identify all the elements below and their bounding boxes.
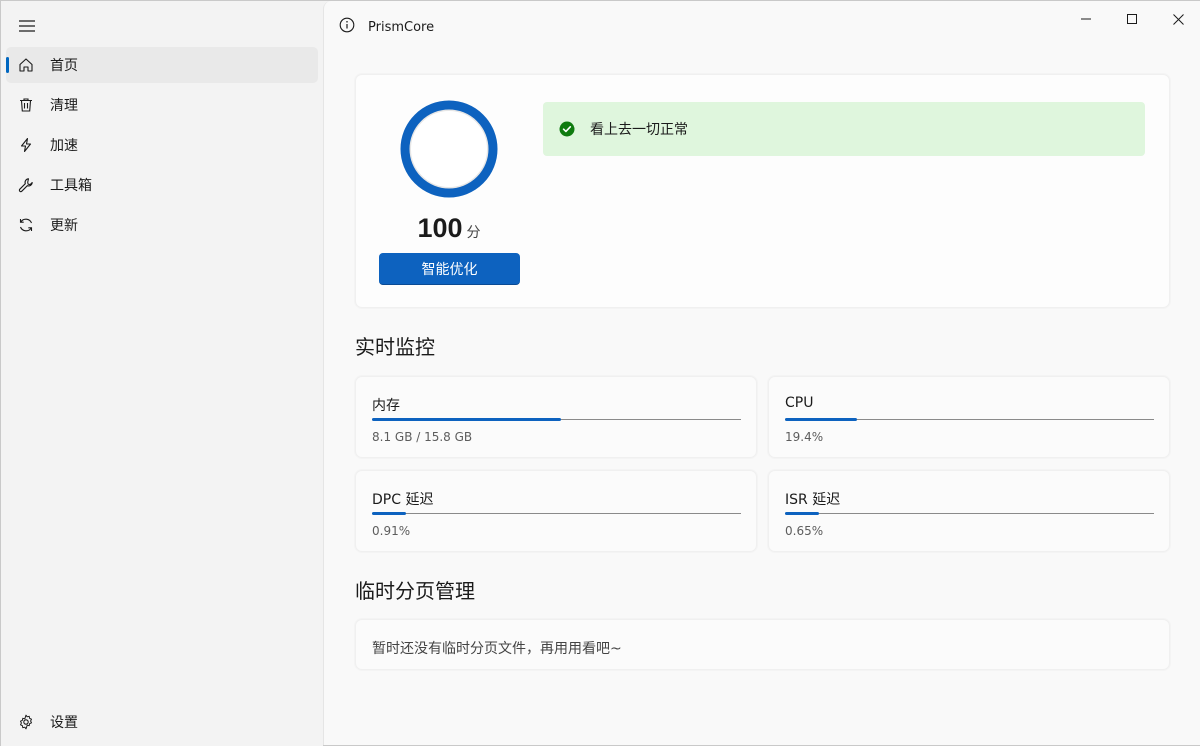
- isr-label: ISR 延迟: [785, 492, 841, 508]
- gear-icon: [16, 712, 36, 732]
- sidebar-item-label: 加速: [50, 138, 78, 154]
- memory-progress-bar: [372, 418, 741, 421]
- maximize-button[interactable]: [1109, 7, 1155, 31]
- sidebar-item-label: 首页: [50, 58, 78, 74]
- memory-value: 8.1 GB / 15.8 GB: [372, 430, 473, 444]
- memory-card: 内存 8.1 GB / 15.8 GB: [355, 376, 757, 458]
- pagefile-section-title: 临时分页管理: [355, 579, 475, 603]
- isr-progress-fill: [785, 512, 819, 515]
- check-circle-icon: [559, 121, 575, 137]
- memory-progress-fill: [372, 418, 562, 421]
- main-content: PrismCore 100 分 智能优化 看上去一切正常 实时监控 内存 8.1…: [323, 1, 1200, 745]
- dpc-progress-fill: [372, 512, 406, 515]
- close-button[interactable]: [1155, 7, 1200, 31]
- dpc-label: DPC 延迟: [372, 492, 434, 508]
- wrench-icon: [16, 175, 36, 195]
- sidebar: 首页 清理 加速 工具箱 更新 设置: [1, 1, 323, 746]
- lightning-icon: [16, 135, 36, 155]
- home-icon: [16, 55, 36, 75]
- status-text: 看上去一切正常: [590, 122, 688, 138]
- sidebar-item-label: 更新: [50, 218, 78, 234]
- cpu-value: 19.4%: [785, 430, 824, 444]
- refresh-icon: [16, 215, 36, 235]
- app-window: 首页 清理 加速 工具箱 更新 设置 PrismCore 100 分 智能优化 …: [0, 0, 1200, 746]
- cpu-card: CPU 19.4%: [768, 376, 1170, 458]
- sidebar-item-boost[interactable]: 加速: [6, 127, 318, 163]
- isr-value: 0.65%: [785, 524, 824, 538]
- sidebar-item-toolbox[interactable]: 工具箱: [6, 167, 318, 203]
- isr-progress-bar: [785, 512, 1154, 515]
- dpc-value: 0.91%: [372, 524, 411, 538]
- trash-icon: [16, 95, 36, 115]
- app-title: PrismCore: [368, 20, 435, 35]
- score-display: 100 分: [378, 213, 520, 244]
- dpc-latency-card: DPC 延迟 0.91%: [355, 470, 757, 552]
- sidebar-item-settings[interactable]: 设置: [6, 704, 318, 740]
- settings-label: 设置: [50, 715, 78, 731]
- sidebar-item-clean[interactable]: 清理: [6, 87, 318, 123]
- memory-label: 内存: [372, 398, 400, 414]
- title-bar: PrismCore: [324, 1, 1200, 49]
- cpu-label: CPU: [785, 395, 814, 411]
- score-ring: [400, 100, 498, 198]
- sidebar-item-label: 工具箱: [50, 178, 92, 194]
- hamburger-menu-icon[interactable]: [9, 9, 45, 43]
- minimize-button[interactable]: [1063, 7, 1109, 31]
- pagefile-empty-text: 暂时还没有临时分页文件，再用用看吧~: [372, 641, 622, 657]
- score-unit: 分: [466, 225, 481, 241]
- cpu-progress-fill: [785, 418, 857, 421]
- score-value: 100: [417, 213, 463, 243]
- dpc-progress-bar: [372, 512, 741, 515]
- nav-list: 首页 清理 加速 工具箱 更新: [1, 47, 323, 247]
- status-banner: 看上去一切正常: [543, 102, 1145, 156]
- monitor-section-title: 实时监控: [355, 335, 435, 359]
- health-score-card: 100 分 智能优化 看上去一切正常: [355, 74, 1170, 308]
- smart-optimize-button[interactable]: 智能优化: [379, 253, 520, 285]
- isr-latency-card: ISR 延迟 0.65%: [768, 470, 1170, 552]
- sidebar-item-label: 清理: [50, 98, 78, 114]
- cpu-progress-bar: [785, 418, 1154, 421]
- sidebar-item-home[interactable]: 首页: [6, 47, 318, 83]
- sidebar-item-update[interactable]: 更新: [6, 207, 318, 243]
- pagefile-card: 暂时还没有临时分页文件，再用用看吧~: [355, 619, 1170, 670]
- info-icon[interactable]: [339, 17, 357, 35]
